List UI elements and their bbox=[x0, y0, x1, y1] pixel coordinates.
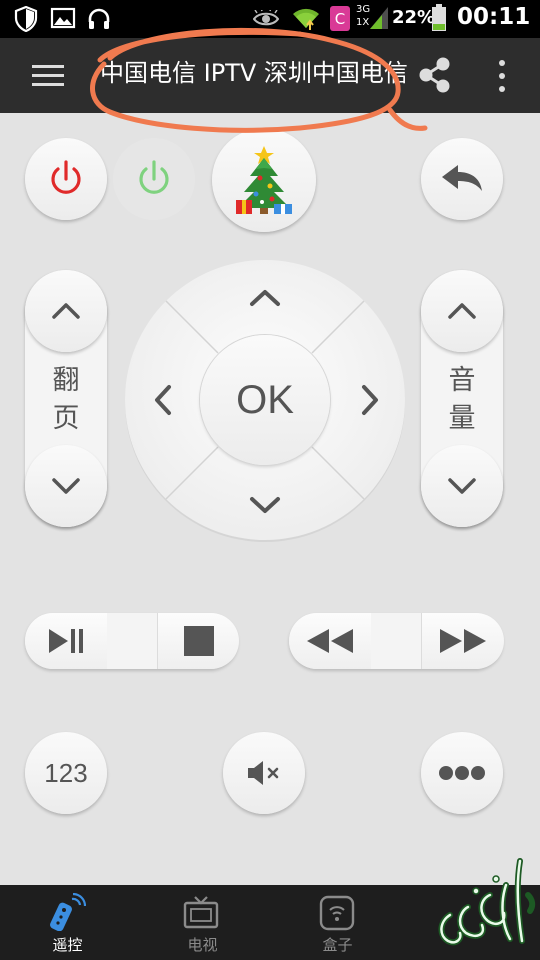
rewind-button[interactable] bbox=[289, 613, 372, 669]
mute-button[interactable] bbox=[223, 732, 305, 814]
battery-icon bbox=[432, 4, 446, 31]
stop-icon bbox=[183, 626, 214, 656]
dpad: OK bbox=[123, 258, 407, 542]
power-red-icon bbox=[51, 160, 81, 194]
battery-percentage: 22% bbox=[392, 7, 436, 28]
signal-icon bbox=[370, 7, 388, 29]
dpad-left[interactable] bbox=[128, 360, 198, 440]
nav-label-box: 盒子 bbox=[322, 936, 353, 954]
chevron-up-icon bbox=[448, 303, 476, 319]
more-vert-icon[interactable] bbox=[492, 58, 512, 94]
chevron-left-icon bbox=[155, 385, 171, 415]
nav-item-remote[interactable]: 遥控 bbox=[0, 885, 135, 960]
shield-icon bbox=[14, 6, 38, 32]
fast-forward-button[interactable] bbox=[421, 613, 504, 669]
app-c-icon: C bbox=[330, 6, 350, 31]
title-bar: 中国电信 IPTV 深圳中国电信 bbox=[0, 38, 540, 113]
page-up-button[interactable] bbox=[25, 270, 107, 352]
nav-label-remote: 遥控 bbox=[52, 936, 83, 954]
chevron-right-icon bbox=[362, 385, 378, 415]
chevron-up-icon bbox=[250, 290, 280, 306]
chevron-down-icon bbox=[52, 478, 80, 494]
more-button[interactable] bbox=[421, 732, 503, 814]
volume-label-top: 音 bbox=[448, 365, 476, 396]
more-dots-icon bbox=[439, 766, 485, 780]
seek-spacer bbox=[371, 613, 421, 669]
box-icon bbox=[319, 895, 355, 931]
numpad-label: 123 bbox=[44, 757, 88, 788]
nav-item-box[interactable]: 盒子 bbox=[270, 885, 405, 960]
play-pause-icon bbox=[49, 629, 83, 653]
headphones-icon bbox=[88, 8, 110, 29]
svg-text:C: C bbox=[335, 10, 345, 28]
page-label-top: 翻 bbox=[52, 365, 80, 396]
menu-icon[interactable] bbox=[28, 62, 68, 92]
volume-up-button[interactable] bbox=[421, 270, 503, 352]
page-label-bottom: 页 bbox=[52, 403, 80, 434]
ok-button[interactable]: OK bbox=[200, 335, 330, 465]
tv-icon bbox=[183, 896, 219, 929]
power-on-button[interactable] bbox=[113, 138, 195, 220]
page-title: 中国电信 IPTV 深圳中国电信 bbox=[100, 59, 408, 87]
chevron-down-icon bbox=[448, 478, 476, 494]
eye-icon bbox=[253, 10, 279, 26]
mute-icon bbox=[248, 761, 279, 785]
numpad-button[interactable]: 123 bbox=[25, 732, 107, 814]
share-icon[interactable] bbox=[414, 54, 456, 96]
play-stop-spacer bbox=[107, 613, 157, 669]
chevron-down-icon bbox=[250, 497, 280, 513]
back-arrow-icon bbox=[442, 165, 482, 191]
volume-down-button[interactable] bbox=[421, 445, 503, 527]
watermark-logo bbox=[438, 858, 536, 946]
chevron-up-icon bbox=[52, 303, 80, 319]
status-bar: C 3G 1X 22% 00:11 bbox=[0, 0, 540, 38]
ok-label: OK bbox=[236, 377, 294, 422]
volume-label-bottom: 量 bbox=[448, 403, 476, 434]
christmas-tree-button[interactable] bbox=[212, 128, 316, 232]
rewind-icon bbox=[307, 629, 353, 653]
play-pause-button[interactable] bbox=[25, 613, 108, 669]
power-off-button[interactable] bbox=[25, 138, 107, 220]
power-green-icon bbox=[139, 160, 169, 194]
fast-forward-icon bbox=[440, 629, 486, 653]
back-button[interactable] bbox=[421, 138, 503, 220]
clock: 00:11 bbox=[457, 4, 531, 30]
remote-icon bbox=[50, 893, 86, 931]
dpad-down[interactable] bbox=[225, 470, 305, 540]
nav-label-tv: 电视 bbox=[187, 936, 218, 954]
dpad-right[interactable] bbox=[335, 360, 405, 440]
page-down-button[interactable] bbox=[25, 445, 107, 527]
image-icon bbox=[50, 7, 76, 29]
dpad-up[interactable] bbox=[225, 263, 305, 333]
nav-item-tv[interactable]: 电视 bbox=[135, 885, 270, 960]
stop-button[interactable] bbox=[157, 613, 239, 669]
wifi-icon bbox=[293, 8, 319, 30]
christmas-tree-icon bbox=[236, 146, 292, 214]
